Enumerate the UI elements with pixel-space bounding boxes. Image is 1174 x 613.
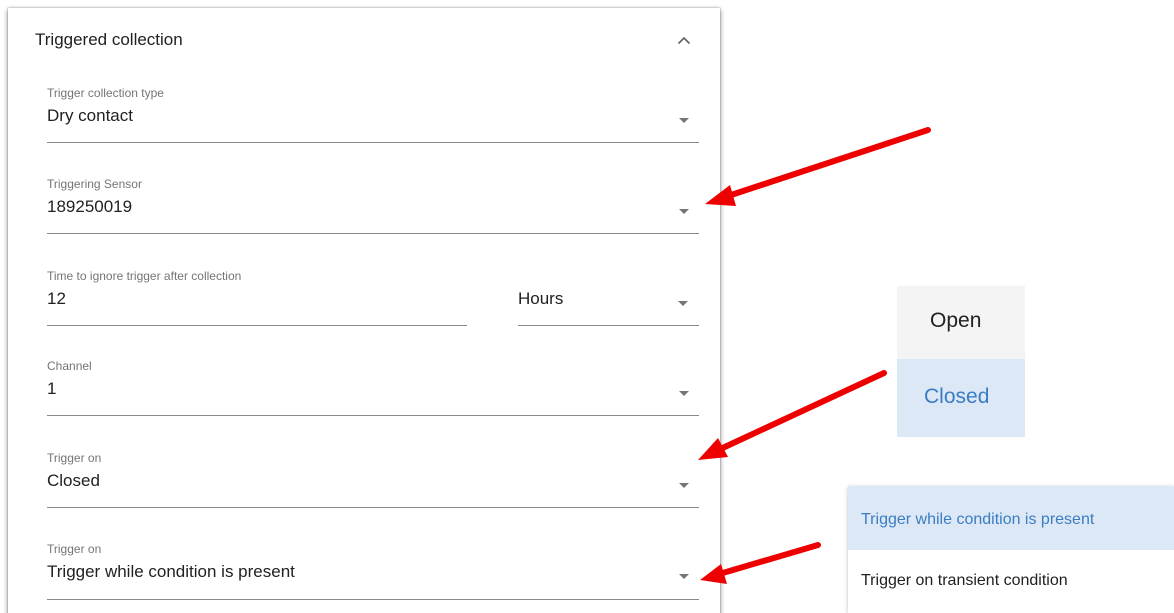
trigger-on-label: Trigger on xyxy=(47,451,102,465)
trigger-collection-type-label: Trigger collection type xyxy=(47,86,164,100)
dropdown-arrow-icon[interactable] xyxy=(679,209,689,214)
triggering-sensor-value: 189250019 xyxy=(47,197,133,216)
menu-item-label: Trigger on transient condition xyxy=(861,572,1068,589)
menu-item-label: Open xyxy=(930,309,982,332)
field-underline xyxy=(47,599,699,600)
red-arrow-icon xyxy=(705,127,931,206)
panel-header[interactable]: Triggered collection xyxy=(8,8,720,70)
field-underline xyxy=(47,325,467,326)
trigger-condition-menu: Trigger while condition is present Trigg… xyxy=(848,486,1174,613)
dropdown-arrow-icon[interactable] xyxy=(679,574,689,579)
trigger-on-condition-value: Trigger while condition is present xyxy=(47,562,295,581)
dropdown-arrow-icon[interactable] xyxy=(679,483,689,488)
trigger-on-label: Trigger on xyxy=(47,542,102,556)
triggering-sensor-select[interactable]: Triggering Sensor 189250019 xyxy=(47,177,699,237)
trigger-collection-type-select[interactable]: Trigger collection type Dry contact xyxy=(47,86,699,146)
menu-item-label: Trigger while condition is present xyxy=(861,511,1095,528)
triggering-sensor-label: Triggering Sensor xyxy=(47,177,142,191)
channel-label: Channel xyxy=(47,359,92,373)
panel-title: Triggered collection xyxy=(35,30,183,49)
field-underline xyxy=(47,507,699,508)
trigger-collection-type-value: Dry contact xyxy=(47,106,133,125)
ignore-time-unit-select[interactable]: Hours xyxy=(518,269,699,329)
field-underline xyxy=(47,415,699,416)
menu-item-label: Closed xyxy=(924,385,990,408)
red-arrow-icon xyxy=(698,370,887,460)
trigger-on-state-value: Closed xyxy=(47,471,100,490)
chevron-up-icon[interactable] xyxy=(670,26,698,54)
trigger-on-state-select[interactable]: Trigger on Closed xyxy=(47,451,699,511)
channel-select[interactable]: Channel 1 xyxy=(47,359,699,419)
ignore-time-unit-value: Hours xyxy=(518,289,564,308)
trigger-state-menu: Open Closed xyxy=(897,286,1025,437)
ignore-time-value[interactable]: 12 xyxy=(47,289,66,309)
dropdown-arrow-icon[interactable] xyxy=(679,118,689,123)
ignore-time-label: Time to ignore trigger after collection xyxy=(47,269,242,283)
field-underline xyxy=(518,325,699,326)
dropdown-arrow-icon[interactable] xyxy=(679,391,689,396)
menu-item-open[interactable]: Open xyxy=(897,286,1025,359)
menu-item-closed[interactable]: Closed xyxy=(897,359,1025,437)
field-underline xyxy=(47,142,699,143)
menu-item-while-present[interactable]: Trigger while condition is present xyxy=(848,486,1174,550)
ignore-time-input[interactable]: Time to ignore trigger after collection … xyxy=(47,269,467,329)
trigger-on-condition-select[interactable]: Trigger on Trigger while condition is pr… xyxy=(47,542,699,604)
channel-value: 1 xyxy=(47,379,57,398)
field-underline xyxy=(47,233,699,234)
menu-item-transient[interactable]: Trigger on transient condition xyxy=(848,550,1174,613)
dropdown-arrow-icon[interactable] xyxy=(678,301,688,306)
